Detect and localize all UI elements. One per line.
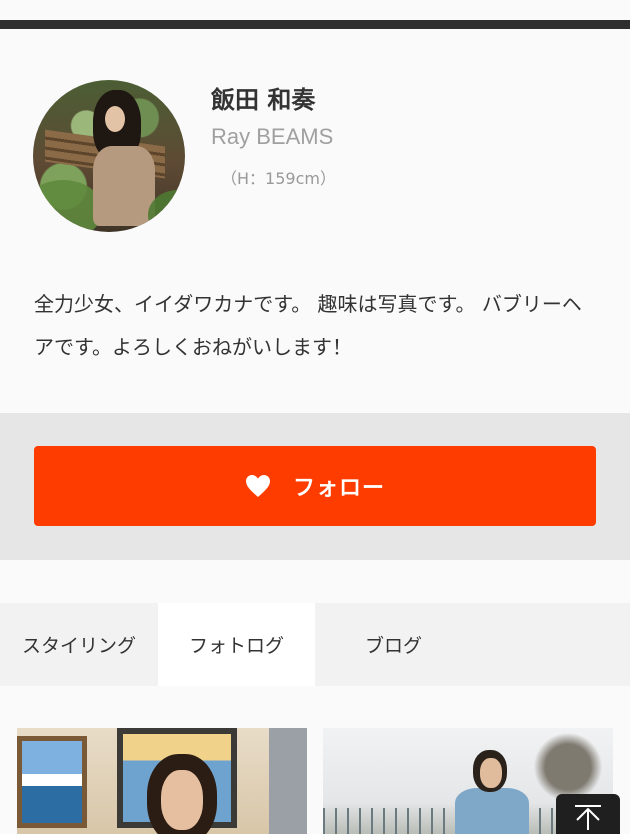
profile-height: （H：159cm） — [221, 169, 336, 188]
arrow-up-icon — [575, 805, 601, 830]
photo-gallery — [0, 686, 630, 834]
follow-area: フォロー — [0, 413, 630, 560]
scroll-top-button[interactable] — [556, 794, 620, 834]
profile-brand[interactable]: Ray BEAMS — [211, 124, 333, 150]
heart-icon — [245, 475, 270, 497]
photo-thumbnail[interactable] — [17, 728, 307, 834]
tab-blog[interactable]: ブログ — [315, 603, 472, 686]
profile-bio: 全力少女、イイダワカナです。 趣味は写真です。 バブリーヘアです。よろしくおねが… — [34, 292, 582, 359]
tab-styling[interactable]: スタイリング — [0, 603, 158, 686]
header-divider — [0, 20, 630, 29]
avatar — [33, 80, 185, 232]
tab-photolog[interactable]: フォトログ — [158, 603, 315, 686]
profile-tabs: スタイリング フォトログ ブログ — [0, 603, 630, 686]
section-gap — [0, 560, 630, 603]
follow-button[interactable]: フォロー — [34, 446, 596, 526]
follow-label: フォロー — [292, 476, 385, 501]
profile-name: 飯田 和奏 — [211, 86, 316, 114]
